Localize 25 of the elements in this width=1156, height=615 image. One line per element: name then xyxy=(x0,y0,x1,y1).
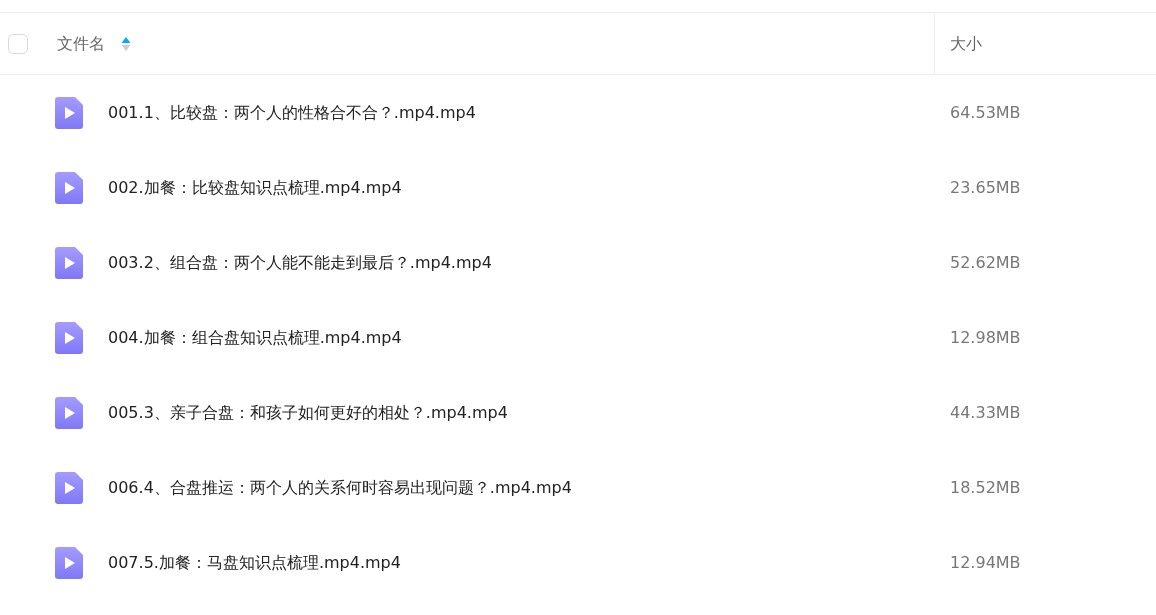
column-header[interactable]: 大小 xyxy=(950,31,982,56)
video-file-icon xyxy=(55,246,83,279)
file-name[interactable]: 004.加餐：组合盘知识点梳理.mp4.mp4 xyxy=(108,325,402,350)
file-size: 44.33MB xyxy=(950,401,1021,424)
video-file-icon xyxy=(55,546,83,579)
file-size: 52.62MB xyxy=(950,251,1021,274)
column-header[interactable]: 文件名 xyxy=(57,31,105,56)
file-size: 23.65MB xyxy=(950,176,1021,199)
file-size: 64.53MB xyxy=(950,101,1021,124)
file-size: 12.94MB xyxy=(950,551,1021,574)
video-file-icon xyxy=(55,171,83,204)
file-name[interactable]: 001.1、比较盘：两个人的性格合不合？.mp4.mp4 xyxy=(108,100,476,125)
file-size: 18.52MB xyxy=(950,476,1021,499)
file-name[interactable]: 007.5.加餐：马盘知识点梳理.mp4.mp4 xyxy=(108,550,401,575)
sort-icon[interactable] xyxy=(121,35,131,52)
file-size: 12.98MB xyxy=(950,326,1021,349)
file-name[interactable]: 005.3、亲子合盘：和孩子如何更好的相处？.mp4.mp4 xyxy=(108,400,508,425)
video-file-icon xyxy=(55,321,83,354)
file-name[interactable]: 002.加餐：比较盘知识点梳理.mp4.mp4 xyxy=(108,175,402,200)
file-name[interactable]: 003.2、组合盘：两个人能不能走到最后？.mp4.mp4 xyxy=(108,250,492,275)
video-file-icon xyxy=(55,96,83,129)
video-file-icon xyxy=(55,396,83,429)
select-all-checkbox[interactable] xyxy=(8,33,28,54)
file-name[interactable]: 006.4、合盘推运：两个人的关系何时容易出现问题？.mp4.mp4 xyxy=(108,475,572,500)
video-file-icon xyxy=(55,471,83,504)
